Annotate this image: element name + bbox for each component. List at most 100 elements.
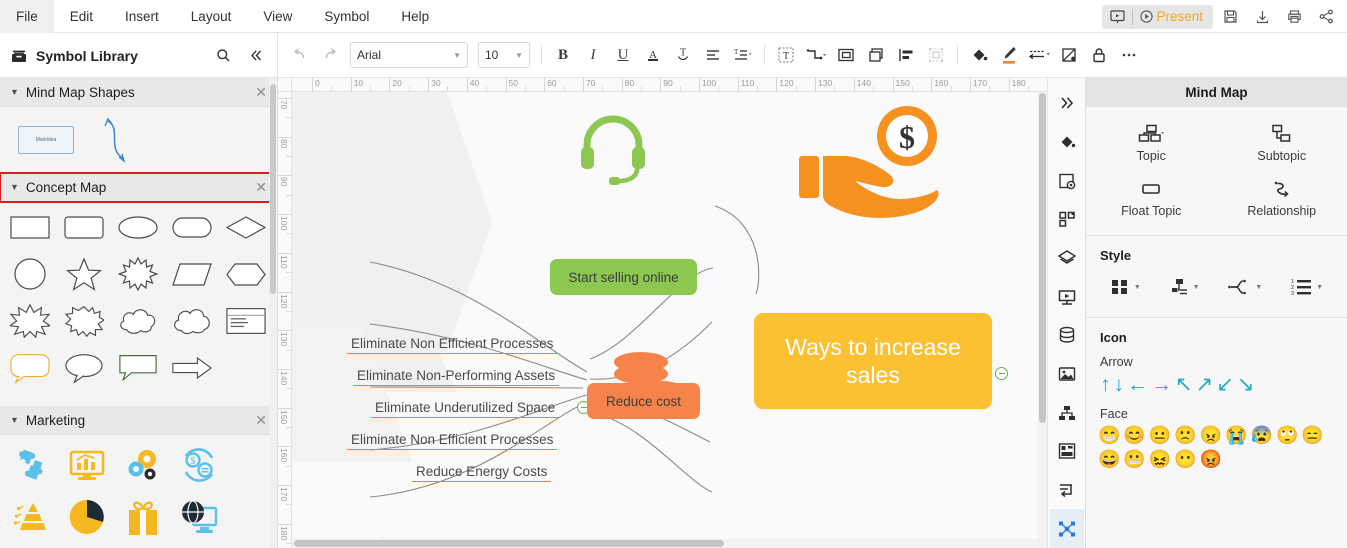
shape-cloud-3[interactable] [118, 304, 158, 338]
grid-icon[interactable] [1050, 200, 1084, 239]
menu-insert[interactable]: Insert [109, 0, 175, 33]
save-icon[interactable] [1215, 3, 1245, 31]
face-icon[interactable]: 😶 [1174, 449, 1196, 469]
text-box-icon[interactable]: T [772, 41, 800, 69]
align-objects-icon[interactable] [892, 41, 920, 69]
shape-jagged-burst[interactable] [64, 304, 104, 338]
canvas-vertical-scrollbar-thumb[interactable] [1039, 93, 1046, 423]
layout-style-button[interactable]: ▼ [1106, 273, 1145, 301]
leaf-node[interactable]: Eliminate Non Efficient Processes [347, 432, 558, 450]
shape-ellipse[interactable] [118, 210, 158, 244]
redo-icon[interactable] [316, 41, 344, 69]
face-icon[interactable]: 🙁 [1174, 425, 1196, 445]
relationship-button[interactable]: Relationship [1217, 174, 1347, 223]
lock-icon[interactable] [1085, 41, 1113, 69]
central-topic[interactable]: Ways to increase sales [754, 313, 992, 409]
topic-start-selling-online[interactable]: Start selling online [550, 259, 697, 295]
face-icon[interactable]: 😑 [1301, 425, 1323, 445]
arrow-up-left-icon[interactable]: ↖ [1175, 373, 1193, 397]
menu-file[interactable]: File [0, 0, 54, 33]
shape-parallelogram[interactable] [172, 257, 212, 291]
pyramid-icon[interactable] [10, 496, 52, 538]
mind-map-icon[interactable] [1049, 509, 1084, 548]
leaf-node[interactable]: Eliminate Non-Performing Assets [353, 368, 560, 386]
search-icon[interactable] [211, 44, 235, 68]
face-icon[interactable]: 😁 [1098, 425, 1120, 445]
menu-symbol[interactable]: Symbol [308, 0, 385, 33]
more-options-icon[interactable] [1115, 41, 1143, 69]
dollar-cycle-icon[interactable]: $ [178, 444, 220, 486]
shape-diamond[interactable] [226, 210, 266, 244]
fill-bucket-icon[interactable] [1050, 123, 1084, 162]
image-icon[interactable] [1050, 355, 1084, 394]
align-left-icon[interactable] [699, 41, 727, 69]
presentation-view-icon[interactable] [1102, 5, 1132, 29]
gift-icon[interactable] [122, 496, 164, 538]
org-chart-icon[interactable] [1050, 393, 1084, 432]
group-header-concept-map[interactable]: ▼ Concept Map ✕ [0, 172, 277, 203]
topic-reduce-cost[interactable]: Reduce cost [587, 383, 700, 419]
menu-view[interactable]: View [247, 0, 308, 33]
topic-button[interactable]: Topic [1086, 119, 1217, 168]
text-effect-button[interactable]: T [669, 41, 697, 69]
layers-icon[interactable] [1050, 239, 1084, 278]
group-icon[interactable] [832, 41, 860, 69]
close-icon[interactable]: ✕ [255, 179, 267, 196]
shape-stadium[interactable] [172, 210, 212, 244]
face-icon[interactable]: 😡 [1200, 449, 1222, 469]
branch-style-button[interactable]: ▼ [1165, 273, 1204, 301]
expand-panel-icon[interactable] [1050, 84, 1084, 123]
distribute-icon[interactable] [922, 41, 950, 69]
slideshow-icon[interactable] [1050, 277, 1084, 316]
shape-settings-icon[interactable] [1050, 161, 1084, 200]
face-icon[interactable]: 🙄 [1276, 425, 1298, 445]
puzzle-icon[interactable] [10, 444, 52, 486]
floorplan-icon[interactable] [1050, 432, 1084, 471]
line-spacing-icon[interactable]: T [729, 41, 757, 69]
face-icon[interactable]: 😐 [1149, 425, 1171, 445]
vertical-ruler[interactable]: 70 80 90 100 110 120 130 140 150 160 170 180 [278, 92, 292, 548]
collapse-toggle-central[interactable] [995, 367, 1008, 380]
sidebar-scrollbar[interactable] [269, 78, 277, 548]
canvas-vertical-scrollbar[interactable] [1038, 92, 1047, 548]
numbering-button[interactable]: 123 ▼ [1286, 273, 1327, 301]
shape-circle[interactable] [10, 257, 50, 291]
shape-list-card[interactable] [226, 304, 266, 338]
arrow-down-left-icon[interactable]: ↙ [1216, 373, 1234, 397]
monitor-chart-icon[interactable] [66, 444, 108, 486]
collapse-panel-icon[interactable] [243, 44, 267, 68]
shape-speech-bubble-oval[interactable] [64, 351, 104, 385]
shape-explosion[interactable] [10, 304, 50, 338]
float-topic-button[interactable]: Float Topic [1086, 174, 1217, 223]
arrow-down-icon[interactable]: ↓ [1114, 373, 1125, 397]
italic-button[interactable]: I [579, 41, 607, 69]
face-icon[interactable]: 😭 [1225, 425, 1247, 445]
share-icon[interactable] [1311, 3, 1341, 31]
fill-bucket-icon[interactable] [965, 41, 993, 69]
face-icon[interactable]: 😰 [1251, 425, 1273, 445]
database-icon[interactable] [1050, 316, 1084, 355]
shape-curved-connector[interactable] [98, 113, 144, 167]
connector-icon[interactable] [802, 41, 830, 69]
shape-cloud-4[interactable] [172, 304, 212, 338]
leaf-node[interactable]: Eliminate Non Efficient Processes [347, 336, 558, 354]
gears-icon[interactable] [122, 444, 164, 486]
diagram-canvas[interactable]: $ Eliminate Non Efficient Processes Elim… [292, 92, 1047, 548]
download-icon[interactable] [1247, 3, 1277, 31]
arrow-up-icon[interactable]: ↑ [1100, 373, 1111, 397]
leaf-node[interactable]: Reduce Energy Costs [412, 464, 552, 482]
print-icon[interactable] [1279, 3, 1309, 31]
pie-chart-icon[interactable] [66, 496, 108, 538]
shape-hexagon[interactable] [226, 257, 266, 291]
close-icon[interactable]: ✕ [255, 84, 267, 101]
shape-rounded-rectangle[interactable] [64, 210, 104, 244]
group-header-mind-map-shapes[interactable]: ▼ Mind Map Shapes ✕ [0, 78, 277, 107]
brush-icon[interactable] [995, 41, 1023, 69]
shape-starburst-16[interactable] [118, 257, 158, 291]
face-icon[interactable]: 😠 [1200, 425, 1222, 445]
bring-forward-icon[interactable] [862, 41, 890, 69]
undo-icon[interactable] [286, 41, 314, 69]
sidebar-scrollbar-thumb[interactable] [270, 84, 276, 294]
globe-monitor-icon[interactable] [178, 496, 220, 538]
bold-button[interactable]: B [549, 41, 577, 69]
